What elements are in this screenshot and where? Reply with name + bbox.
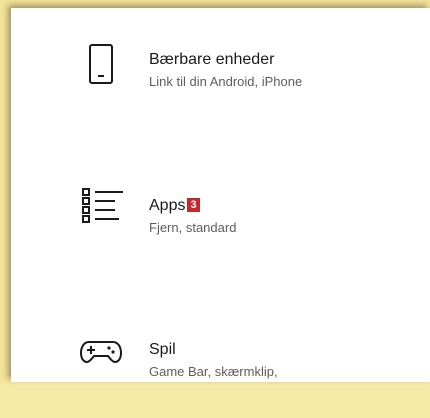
apps-list-icon — [79, 184, 123, 228]
settings-item-apps[interactable]: Apps 3 Fjern, standard — [11, 172, 430, 272]
item-subtitle: Fjern, standard — [149, 220, 237, 235]
item-subtitle: Game Bar, skærmklip, — [149, 364, 278, 379]
settings-panel: Bærbare enheder Link til din Android, iP… — [11, 8, 430, 382]
settings-item-phone[interactable]: Bærbare enheder Link til din Android, iP… — [11, 34, 430, 134]
gamepad-icon — [79, 330, 123, 374]
settings-item-gaming[interactable]: Spil Game Bar, skærmklip, — [11, 318, 430, 418]
phone-icon — [79, 42, 123, 86]
item-title: Bærbare enheder — [149, 51, 275, 68]
item-title: Apps — [149, 197, 186, 214]
item-title: Spil — [149, 341, 176, 358]
notification-badge: 3 — [187, 198, 200, 212]
item-title-row: Apps 3 — [149, 196, 236, 216]
item-subtitle: Link til din Android, iPhone — [149, 74, 303, 89]
